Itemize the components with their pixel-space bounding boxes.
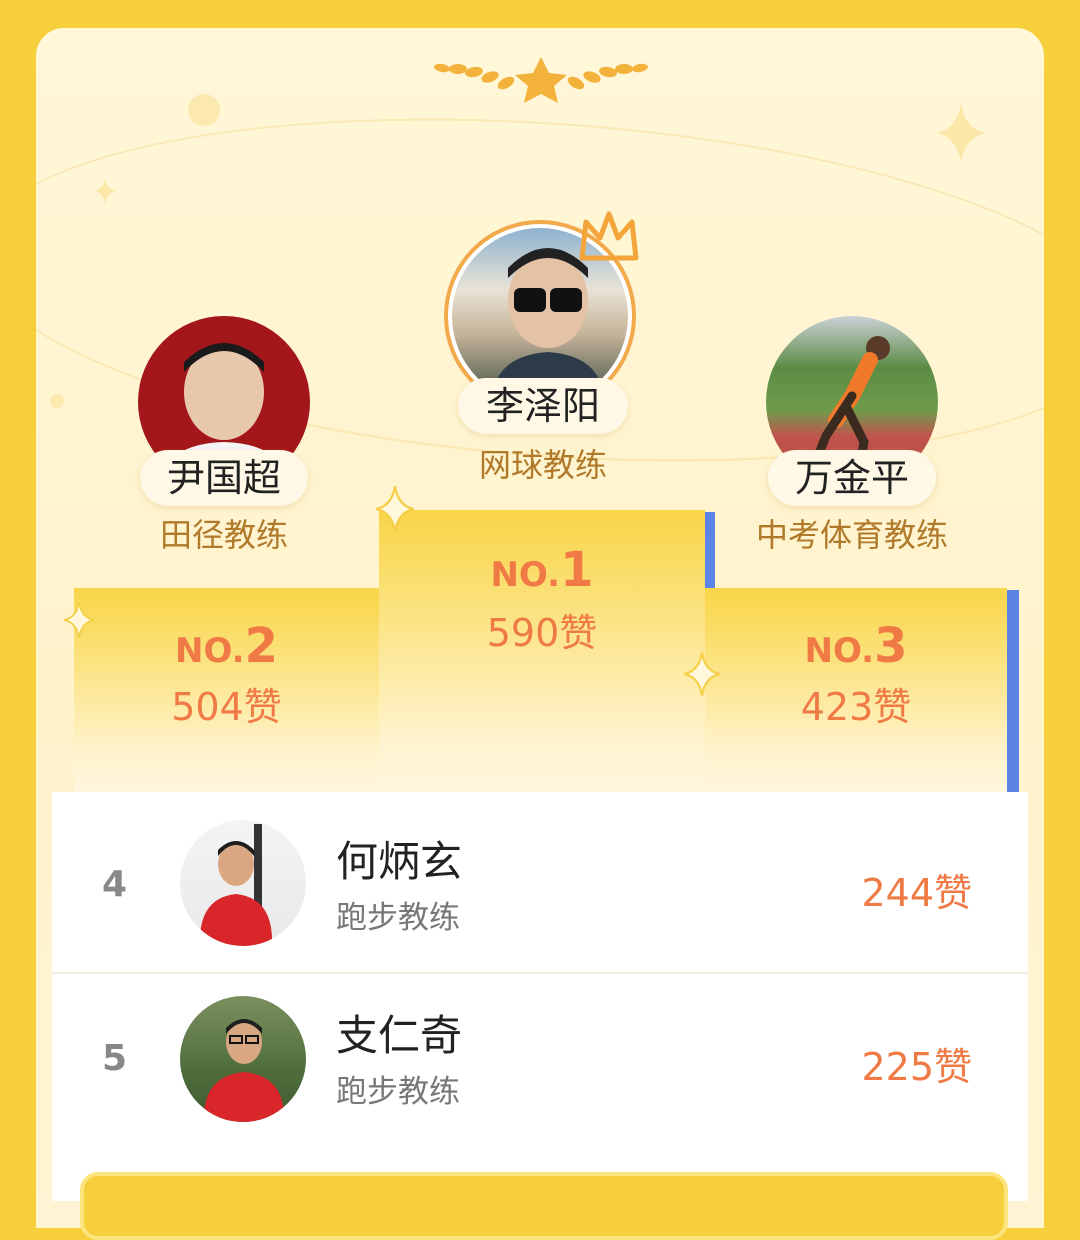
second-role: 田径教练 xyxy=(159,516,288,554)
sparkle-icon xyxy=(376,486,414,532)
list-item[interactable]: 4 何炳玄 跑步教练 244赞 xyxy=(52,792,1028,966)
first-rank-label: NO.1 xyxy=(490,542,594,598)
person-silhouette-icon xyxy=(199,824,273,946)
sparkle-icon xyxy=(94,178,116,204)
podium-edge xyxy=(1007,590,1019,792)
crown-icon xyxy=(579,211,639,261)
person-silhouette-icon xyxy=(203,1019,285,1122)
podium-edge xyxy=(705,512,715,588)
like-count: 225赞 xyxy=(861,1045,972,1089)
decorative-dot xyxy=(50,394,64,408)
second-name: 尹国超 xyxy=(140,450,308,506)
third-likes: 423赞 xyxy=(800,685,912,729)
first-likes: 590赞 xyxy=(486,611,598,655)
laurel-star-icon xyxy=(434,57,648,103)
third-name: 万金平 xyxy=(768,450,936,506)
first-role: 网球教练 xyxy=(478,446,607,484)
rank-number: 5 xyxy=(102,1038,128,1079)
podium-second: NO.2 504赞 xyxy=(74,588,379,792)
podium-third: NO.3 423赞 xyxy=(705,588,1007,792)
sparkle-icon xyxy=(684,652,720,696)
coach-name: 支仁奇 xyxy=(336,1011,463,1060)
second-rank-label: NO.2 xyxy=(175,618,278,674)
sparkle-icon xyxy=(64,601,94,639)
coach-role: 跑步教练 xyxy=(336,900,460,936)
decorative-dot xyxy=(188,94,220,126)
rank-number: 4 xyxy=(102,864,128,905)
third-rank-label: NO.3 xyxy=(804,618,908,674)
like-count: 244赞 xyxy=(861,871,972,915)
third-role: 中考体育教练 xyxy=(755,516,948,554)
coach-role: 跑步教练 xyxy=(336,1074,460,1110)
bottom-action-bar[interactable] xyxy=(80,1172,1008,1240)
sparkle-icon xyxy=(936,103,986,163)
first-name: 李泽阳 xyxy=(458,378,628,434)
ranking-list: 4 何炳玄 跑步教练 244赞 5 支仁奇 跑步教练 225赞 xyxy=(52,792,1028,1201)
list-item[interactable]: 5 支仁奇 跑步教练 225赞 xyxy=(52,974,1028,1148)
avatar[interactable] xyxy=(180,820,306,946)
avatar[interactable] xyxy=(180,996,306,1122)
coach-name: 何炳玄 xyxy=(336,837,463,886)
second-likes: 504赞 xyxy=(171,685,282,729)
podium-first: NO.1 590赞 xyxy=(379,510,705,792)
